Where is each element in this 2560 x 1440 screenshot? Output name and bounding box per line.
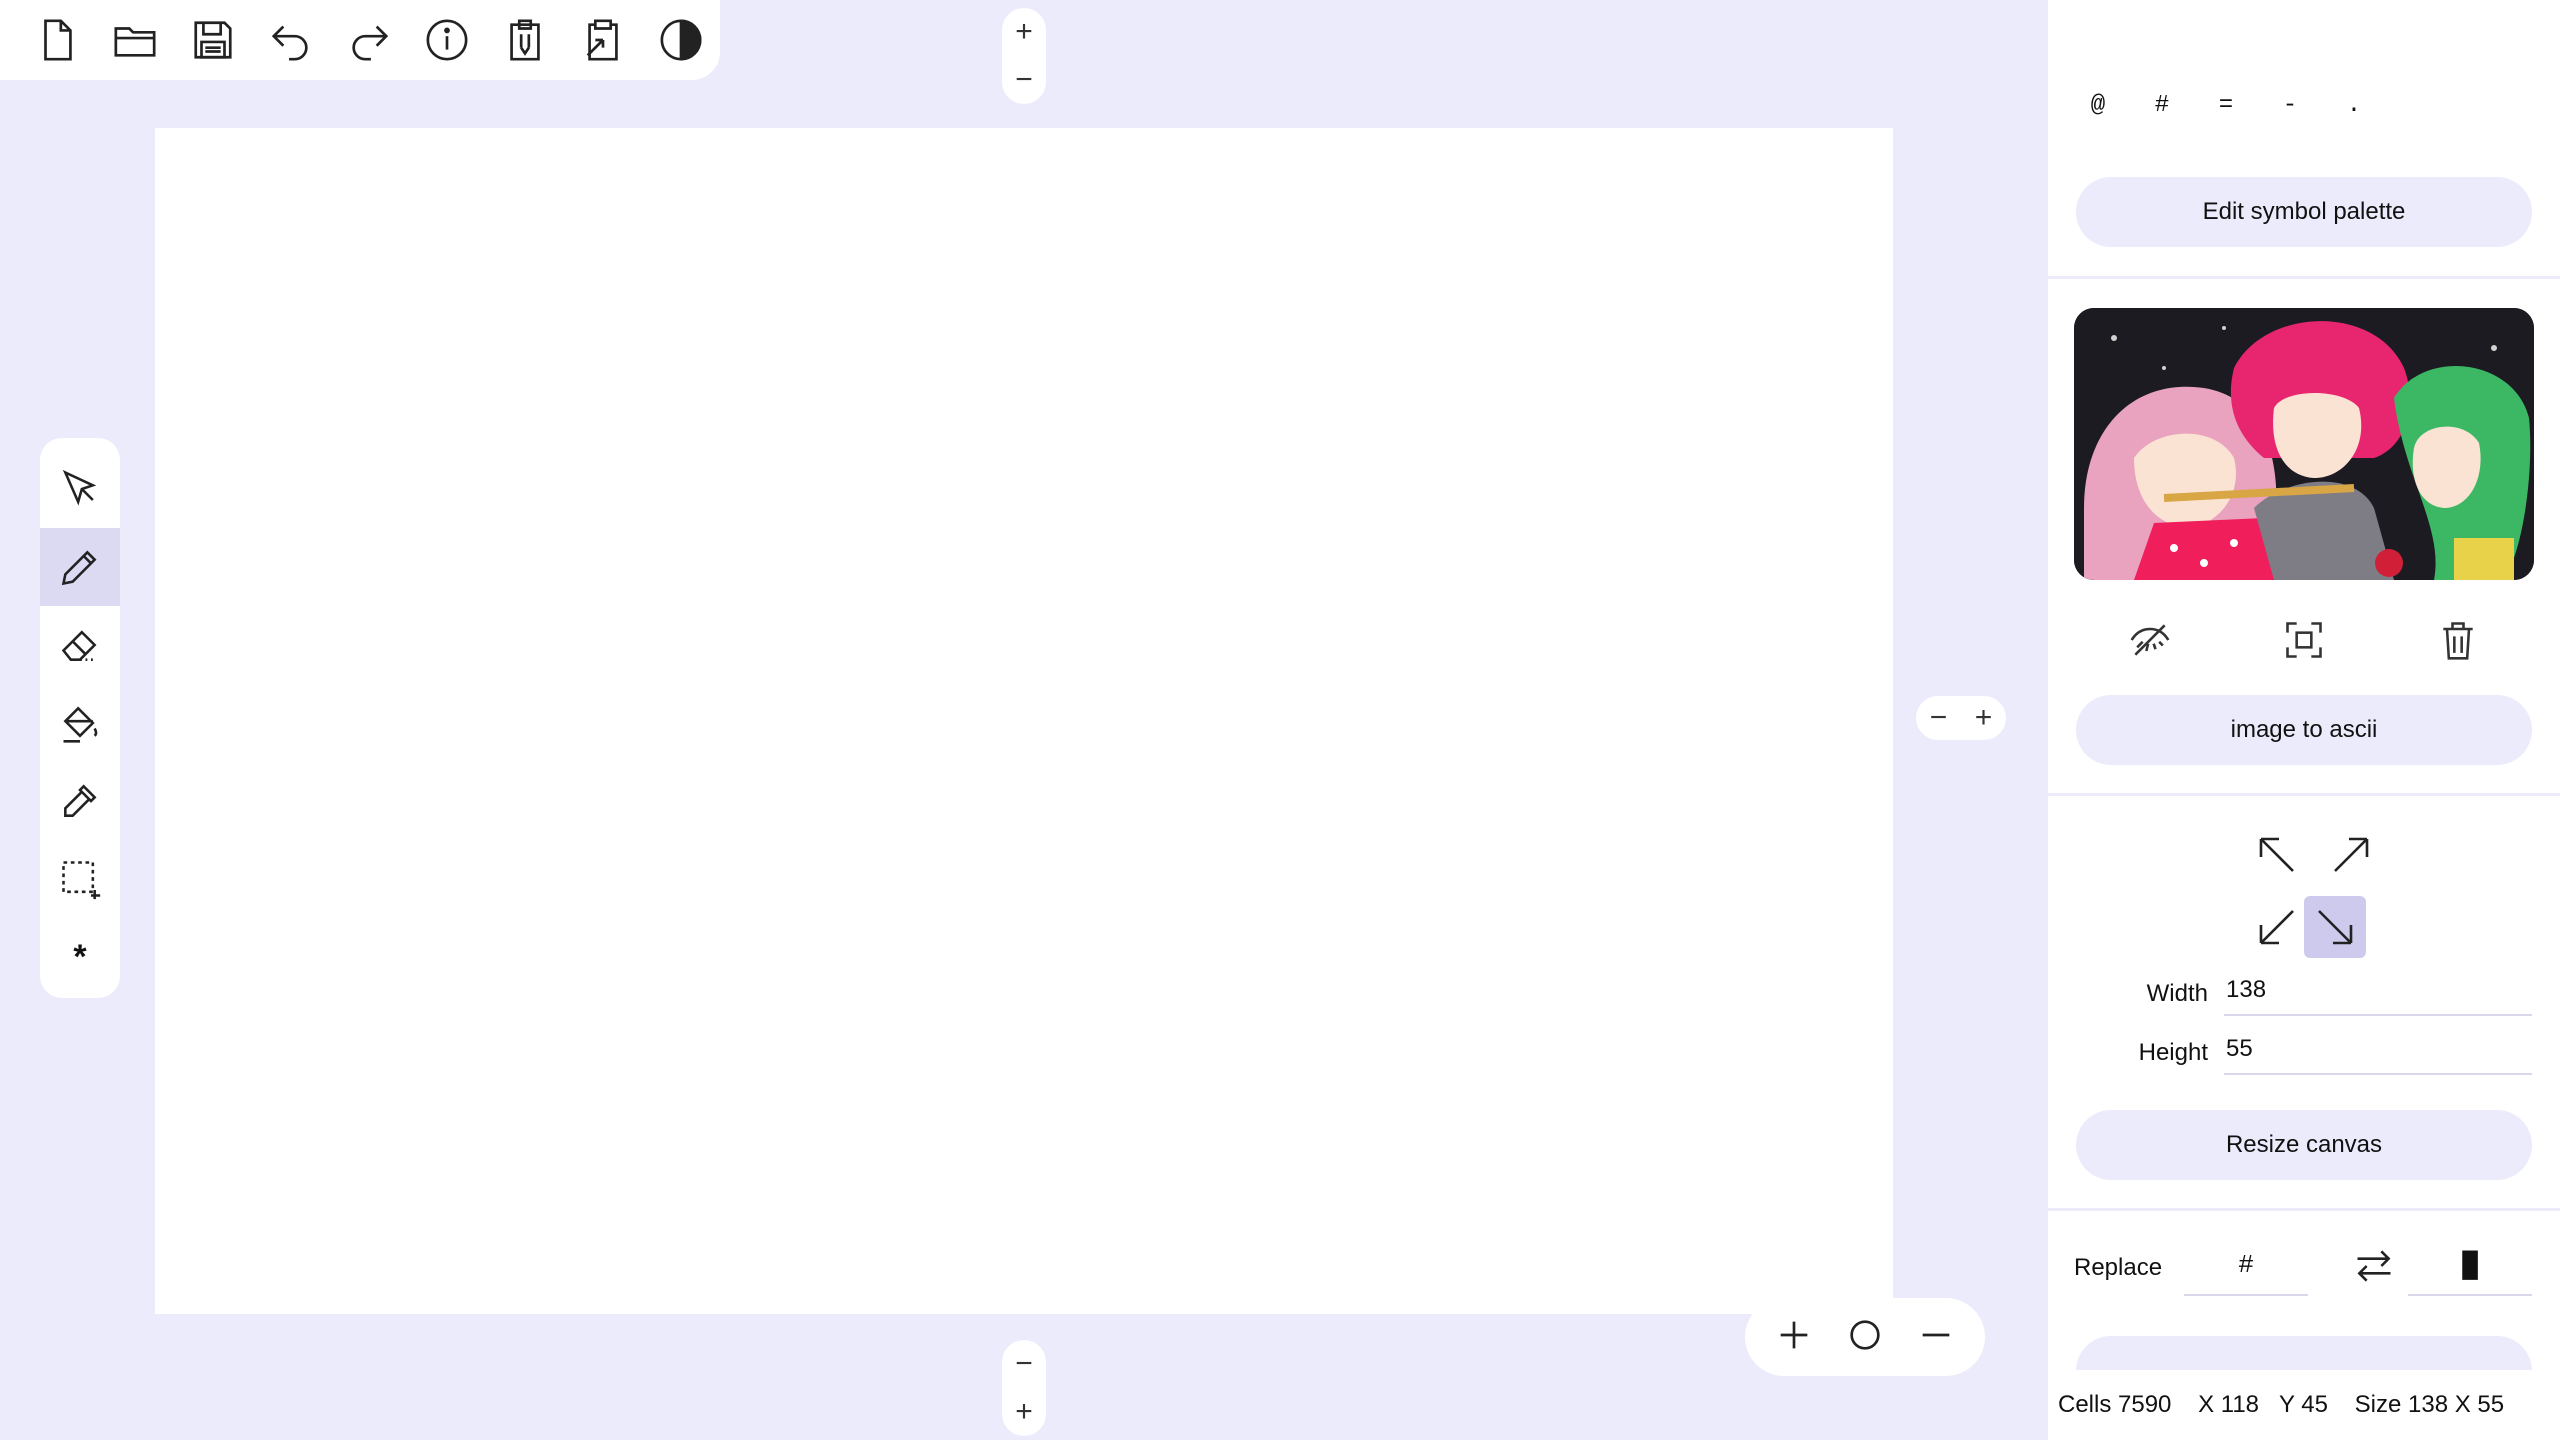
info-button[interactable] [408,0,486,80]
anchor-top-left[interactable] [2246,824,2308,886]
redo-button[interactable] [330,0,408,80]
side-panel: @ # = - . Edit symbol palette image to a… [2048,0,2560,1440]
paste-button[interactable] [564,0,642,80]
reference-image [2074,308,2534,580]
top-toolbar [0,0,720,80]
palette-symbol[interactable]: = [2194,92,2258,119]
width-label: Width [2146,980,2208,1007]
swap-arrows-icon [2357,1250,2391,1282]
eraser-tool[interactable] [40,606,120,684]
marquee-tool[interactable] [40,840,120,918]
arrow-up-left-icon [2259,837,2294,872]
circle-icon [1850,1319,1880,1350]
clipboard-paste-icon [586,19,618,61]
divider [2048,1208,2560,1211]
cursor-x: X 118 [2198,1391,2260,1418]
add-column-button[interactable]: + [1975,701,1993,735]
edit-palette-button[interactable]: Edit symbol palette [2076,177,2532,247]
arrow-up-right-icon [2334,837,2369,872]
redo-icon [352,25,389,61]
symbol-tool[interactable]: * [40,918,120,996]
add-row-top-button[interactable]: + [1015,17,1033,47]
divider [2048,276,2560,279]
divider [2048,793,2560,796]
remove-column-button[interactable]: − [1930,701,1948,735]
pencil-tool[interactable] [40,528,120,606]
resize-canvas-button[interactable]: Resize canvas [2076,1110,2532,1180]
anchor-bottom-right[interactable] [2304,896,2366,958]
eraser-icon [61,630,97,661]
arrow-down-right-icon [2318,910,2353,945]
replace-from-input[interactable]: # [2184,1236,2308,1296]
dashed-selection-icon [62,861,101,900]
anchor-bottom-left[interactable] [2246,896,2308,958]
undo-button[interactable] [252,0,330,80]
eye-off-icon [2130,624,2170,656]
arrow-down-left-icon [2259,910,2294,945]
ascii-canvas[interactable] [155,128,1893,1314]
replace-to-input[interactable]: █ [2408,1236,2532,1296]
contrast-icon [660,19,702,61]
plus-icon [1780,1321,1808,1348]
symbol-palette: @ # = - . [2066,92,2386,119]
anchor-top-right[interactable] [2320,824,2382,886]
fill-tool[interactable] [40,684,120,762]
zoom-in-button[interactable] [1774,1315,1814,1360]
copy-button[interactable] [486,0,564,80]
palette-symbol[interactable]: . [2322,92,2386,119]
focus-frame-icon [2286,622,2322,658]
zoom-out-button[interactable] [1916,1315,1956,1360]
cell-count: Cells 7590 [2058,1391,2172,1418]
cursor-y: Y 45 [2279,1391,2328,1418]
folder-icon [114,27,156,57]
new-file-icon [44,19,72,61]
remove-row-bottom-button[interactable]: − [1015,1349,1033,1379]
info-icon [426,19,468,61]
eyedropper-tool[interactable] [40,762,120,840]
height-label: Height [2138,1039,2208,1066]
new-file-button[interactable] [18,0,96,80]
height-input[interactable] [2224,1025,2532,1075]
theme-toggle-button[interactable] [642,0,720,80]
zoom-control [1745,1298,1985,1376]
minus-icon [1922,1333,1949,1336]
swap-button[interactable] [2344,1236,2404,1296]
zoom-reset-button[interactable] [1845,1315,1885,1360]
cursor-arrow-icon [62,469,97,506]
palette-symbol[interactable]: @ [2066,92,2130,119]
hide-image-button[interactable] [2120,610,2180,670]
eyedropper-icon [64,784,97,817]
clipboard-copy-icon [510,19,540,61]
palette-symbol[interactable]: - [2258,92,2322,119]
select-tool[interactable] [40,450,120,528]
paint-bucket-icon [63,706,98,743]
save-button[interactable] [174,0,252,80]
trash-icon [2443,622,2473,660]
delete-image-button[interactable] [2428,610,2488,670]
asterisk-icon: * [73,937,87,976]
canvas-size: Size 138 X 55 [2354,1391,2505,1418]
image-to-ascii-button[interactable]: image to ascii [2076,695,2532,765]
open-folder-button[interactable] [96,0,174,80]
top-row-stepper: + − [1002,8,1046,104]
fit-image-button[interactable] [2274,610,2334,670]
remove-row-top-button[interactable]: − [1015,65,1033,95]
add-row-bottom-button[interactable]: + [1015,1397,1033,1427]
undo-icon [271,25,308,61]
floppy-disk-icon [194,21,232,59]
width-input[interactable] [2224,966,2532,1016]
ascii-art [155,128,1893,130]
bottom-row-stepper: − + [1002,1340,1046,1436]
palette-symbol[interactable]: # [2130,92,2194,119]
status-bar: Cells 7590 X 118 Y 45 Size 138 X 55 [2048,1370,2560,1440]
column-stepper: − + [1916,696,2006,740]
pencil-icon [61,550,97,586]
tool-rail: * [40,438,120,998]
replace-label: Replace [2074,1254,2163,1281]
